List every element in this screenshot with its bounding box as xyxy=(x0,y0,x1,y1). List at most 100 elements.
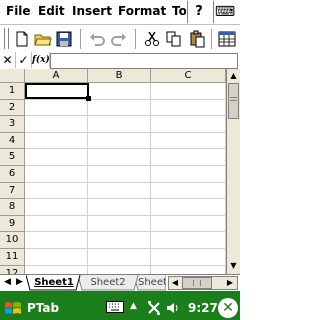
toolbar-separator xyxy=(135,29,136,49)
paste-icon[interactable] xyxy=(188,30,206,48)
grid-cell[interactable] xyxy=(25,249,88,266)
formula-input[interactable] xyxy=(50,53,238,69)
row-header[interactable]: 11 xyxy=(0,249,25,266)
windows-start-icon[interactable] xyxy=(3,299,23,317)
h-scrollbar-thumb[interactable] xyxy=(182,277,212,289)
prev-sheet-arrow-icon[interactable]: ◀ xyxy=(2,276,13,289)
row-header[interactable]: 9 xyxy=(0,215,25,233)
grid-cell[interactable] xyxy=(88,215,151,233)
sheet-tab-sheet2[interactable]: Sheet2 xyxy=(84,275,132,290)
keyboard-toggle-button[interactable]: ⌨ xyxy=(213,1,236,23)
save-icon[interactable] xyxy=(55,30,73,48)
column-header-a[interactable]: A xyxy=(25,69,88,83)
grid-cell[interactable] xyxy=(25,199,88,216)
row-header[interactable]: 10 xyxy=(0,232,25,249)
grid-cell[interactable] xyxy=(88,149,151,166)
row-header[interactable]: 12 xyxy=(0,265,25,274)
toolbar-separator xyxy=(211,29,212,49)
grid-cell[interactable] xyxy=(88,249,151,266)
select-all-corner[interactable] xyxy=(0,69,25,83)
scroll-right-arrow-icon[interactable]: ▶ xyxy=(225,278,235,288)
active-app-title[interactable]: PTab xyxy=(27,301,59,315)
connectivity-icon[interactable] xyxy=(146,300,162,316)
toolbar xyxy=(0,24,240,54)
grid-cell[interactable] xyxy=(151,116,226,133)
row-header[interactable]: 8 xyxy=(0,199,25,216)
grid-cell[interactable] xyxy=(25,265,88,274)
keyboard-icon[interactable] xyxy=(106,301,124,313)
grid-cell[interactable] xyxy=(151,149,226,166)
grid-cell[interactable] xyxy=(25,99,88,117)
menu-tools[interactable]: To xyxy=(172,4,186,18)
grid-cell[interactable] xyxy=(88,265,151,274)
menu-format[interactable]: Format xyxy=(118,4,166,18)
grid-cell[interactable] xyxy=(25,116,88,133)
active-cell-selection[interactable] xyxy=(25,83,89,99)
grid-cell[interactable] xyxy=(25,215,88,233)
row-header[interactable]: 1 xyxy=(0,83,25,100)
scroll-left-arrow-icon[interactable]: ◀ xyxy=(170,278,180,288)
open-folder-icon[interactable] xyxy=(34,30,52,48)
row-header[interactable]: 2 xyxy=(0,99,25,117)
grid-cell[interactable] xyxy=(88,199,151,216)
row-header[interactable]: 5 xyxy=(0,149,25,166)
menu-file[interactable]: File xyxy=(6,4,31,18)
grid-cell[interactable] xyxy=(151,215,226,233)
grid-cell[interactable] xyxy=(151,232,226,249)
formula-bar: ✕ ✓ f(x) xyxy=(0,52,240,70)
grid-cell[interactable] xyxy=(151,166,226,183)
grid-cell[interactable] xyxy=(88,83,151,100)
row-header[interactable]: 7 xyxy=(0,182,25,200)
row-header[interactable]: 6 xyxy=(0,166,25,183)
toolbar-separator xyxy=(80,29,81,49)
grid-cell[interactable] xyxy=(88,232,151,249)
grid-cell[interactable] xyxy=(88,132,151,150)
grid-cell[interactable] xyxy=(151,132,226,150)
help-button[interactable]: ? xyxy=(187,1,210,23)
copy-icon[interactable] xyxy=(165,30,183,48)
grid-cell[interactable] xyxy=(151,182,226,200)
horizontal-scrollbar[interactable]: ◀ ▶ xyxy=(168,276,238,290)
grid-cell[interactable] xyxy=(151,83,226,100)
column-header-b[interactable]: B xyxy=(88,69,151,83)
grid-cell[interactable] xyxy=(25,182,88,200)
sheet-grid-icon[interactable] xyxy=(218,30,236,48)
grid-cell[interactable] xyxy=(88,116,151,133)
grid-cell[interactable] xyxy=(88,99,151,117)
grid-cell[interactable] xyxy=(88,182,151,200)
new-document-icon[interactable] xyxy=(13,30,31,48)
input-selector-arrow-icon[interactable]: ▲ xyxy=(130,301,137,311)
grid-cell[interactable] xyxy=(25,132,88,150)
menu-insert[interactable]: Insert xyxy=(72,4,112,18)
grid-cell[interactable] xyxy=(25,232,88,249)
confirm-entry-button[interactable]: ✓ xyxy=(16,52,32,68)
sheet-tab-sheet3[interactable]: Sheet3 xyxy=(138,275,166,290)
grid-cell[interactable] xyxy=(151,265,226,274)
next-sheet-arrow-icon[interactable]: ▶ xyxy=(14,276,25,289)
scroll-up-arrow-icon[interactable]: ▲ xyxy=(229,71,238,81)
grid-cell[interactable] xyxy=(25,166,88,183)
column-header-c[interactable]: C xyxy=(151,69,226,83)
fill-handle[interactable] xyxy=(86,96,91,101)
sheet-tab-sheet1[interactable]: Sheet1 xyxy=(32,275,76,290)
row-header[interactable]: 4 xyxy=(0,132,25,150)
redo-icon[interactable] xyxy=(110,30,128,48)
toolbar-grip xyxy=(4,28,9,49)
scroll-down-arrow-icon[interactable]: ▼ xyxy=(229,261,238,271)
grid-cell[interactable] xyxy=(25,149,88,166)
menu-edit[interactable]: Edit xyxy=(38,4,65,18)
row-header[interactable]: 3 xyxy=(0,116,25,133)
volume-icon[interactable] xyxy=(165,300,181,316)
cut-icon[interactable] xyxy=(143,30,161,48)
scrollbar-thumb[interactable] xyxy=(228,83,239,119)
clock[interactable]: 9:27 xyxy=(188,301,218,315)
grid-cell[interactable] xyxy=(88,166,151,183)
grid-cell[interactable] xyxy=(151,99,226,117)
insert-function-button[interactable]: f(x) xyxy=(32,52,50,68)
grid-cell[interactable] xyxy=(151,199,226,216)
vertical-scrollbar[interactable]: ▲ ▼ xyxy=(226,69,240,274)
cancel-entry-button[interactable]: ✕ xyxy=(0,52,16,68)
close-app-button[interactable]: ✕ xyxy=(218,298,238,318)
undo-icon[interactable] xyxy=(88,30,106,48)
grid-cell[interactable] xyxy=(151,249,226,266)
